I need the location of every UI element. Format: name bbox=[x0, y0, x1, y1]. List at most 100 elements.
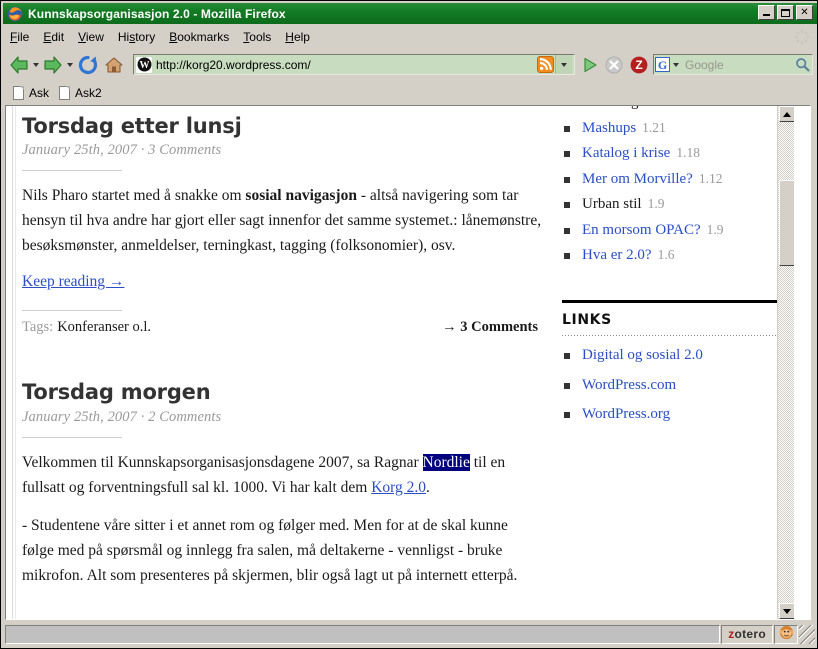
home-icon bbox=[105, 56, 123, 73]
divider bbox=[22, 436, 122, 438]
menu-view[interactable]: View bbox=[71, 27, 111, 47]
home-button[interactable] bbox=[101, 53, 127, 77]
main-content-column: Torsdag etter lunsj January 25th, 2007 ·… bbox=[22, 106, 542, 601]
list-item: Mashups 1.21 bbox=[562, 120, 788, 137]
status-message-panel bbox=[5, 624, 721, 644]
menu-tools[interactable]: Tools bbox=[236, 27, 278, 47]
list-item: En morsom OPAC? 1.9 bbox=[562, 222, 788, 239]
search-icon[interactable] bbox=[792, 57, 812, 72]
link-label[interactable]: WordPress.org bbox=[582, 406, 670, 422]
back-button[interactable] bbox=[7, 53, 31, 77]
tab-label: Ask bbox=[29, 85, 50, 100]
comments-link[interactable]: → 3 Comments bbox=[442, 319, 542, 336]
page-icon bbox=[13, 85, 24, 100]
link-label[interactable]: WordPress.com bbox=[582, 377, 676, 393]
minimize-button[interactable] bbox=[758, 5, 775, 20]
recent-posts-widget: Teknologien trår til 1.24 Mashups 1.21 Kat… bbox=[562, 106, 788, 278]
post-title[interactable]: Torsdag etter lunsj bbox=[22, 106, 542, 138]
post-link-label[interactable]: Mashups bbox=[582, 120, 636, 136]
forward-arrow-icon bbox=[44, 55, 62, 74]
menu-bookmarks[interactable]: Bookmarks bbox=[162, 27, 236, 47]
keep-reading-link[interactable]: Keep reading → bbox=[22, 273, 124, 291]
post-paragraph: Velkommen til Kunnskapsorganisasjonsdage… bbox=[22, 450, 542, 500]
tab-label: Ask2 bbox=[75, 85, 102, 100]
svg-text:W: W bbox=[139, 60, 149, 71]
menu-file[interactable]: File bbox=[3, 27, 36, 47]
zotero-monkey-icon bbox=[779, 625, 794, 643]
menu-history[interactable]: History bbox=[111, 27, 162, 47]
triangle-down-icon bbox=[783, 608, 791, 614]
forward-button[interactable] bbox=[41, 53, 65, 77]
list-item: Teknologien trår til 1.24 bbox=[562, 106, 788, 111]
list-item: Urban stil 1.9 bbox=[562, 196, 788, 213]
list-item: WordPress.com bbox=[562, 377, 788, 394]
list-item: WordPress.org bbox=[562, 406, 788, 423]
post-paragraph: Nils Pharo startet med å snakke om sosia… bbox=[22, 183, 542, 258]
tab-bar: Ask Ask2 bbox=[3, 80, 817, 105]
link-label[interactable]: Digital og sosial 2.0 bbox=[582, 347, 703, 363]
tab-ask[interactable]: Ask bbox=[11, 82, 57, 104]
scroll-up-button[interactable] bbox=[779, 106, 794, 122]
links-widget-title: LINKS bbox=[562, 312, 612, 328]
zotero-status-panel[interactable]: zotero bbox=[721, 624, 773, 644]
svg-text:Z: Z bbox=[635, 58, 642, 72]
window-controls: ✕ bbox=[758, 5, 813, 20]
post-meta: January 25th, 2007 · 3 Comments bbox=[22, 142, 222, 159]
post-title[interactable]: Torsdag morgen bbox=[22, 372, 542, 404]
tags-group: Tags: Konferanser o.l. bbox=[22, 319, 151, 336]
close-button[interactable]: ✕ bbox=[796, 5, 813, 20]
post-article: Torsdag etter lunsj January 25th, 2007 ·… bbox=[22, 106, 542, 336]
chevron-down-icon bbox=[672, 62, 679, 67]
back-history-dropdown[interactable] bbox=[31, 54, 41, 76]
post-date-number: 1.12 bbox=[698, 170, 723, 186]
post-link-label[interactable]: Katalog i krise bbox=[582, 145, 670, 161]
menu-bar: File Edit View History Bookmarks Tools H… bbox=[3, 25, 817, 49]
menu-help[interactable]: Help bbox=[278, 27, 317, 47]
recent-posts-list: Teknologien trår til 1.24 Mashups 1.21 Kat… bbox=[562, 106, 788, 264]
page-left-rule bbox=[12, 106, 13, 619]
dotted-divider bbox=[562, 335, 790, 336]
post-link-label[interactable]: Hva er 2.0? bbox=[582, 247, 652, 263]
zotero-monkey-panel[interactable] bbox=[774, 624, 798, 644]
triangle-up-icon bbox=[783, 111, 791, 117]
korg-link[interactable]: Korg 2.0 bbox=[371, 479, 426, 496]
go-button[interactable] bbox=[578, 53, 602, 77]
menu-edit[interactable]: Edit bbox=[36, 27, 71, 47]
url-dropdown-button[interactable] bbox=[555, 55, 572, 74]
maximize-button[interactable] bbox=[777, 5, 794, 20]
stop-button[interactable] bbox=[602, 53, 626, 77]
divider bbox=[22, 170, 122, 172]
resize-grip[interactable] bbox=[799, 624, 815, 644]
post-link-label[interactable]: Urban stil bbox=[582, 196, 642, 212]
list-item: Katalog i krise 1.18 bbox=[562, 145, 788, 162]
post-date-number: 1.18 bbox=[676, 145, 700, 160]
scrollbar-thumb[interactable] bbox=[779, 180, 794, 266]
scroll-down-button[interactable] bbox=[779, 603, 794, 619]
reload-button[interactable] bbox=[75, 53, 101, 77]
post-body: Nils Pharo startet med å snakke om sosia… bbox=[22, 183, 542, 258]
post-text-bold: sosial navigasjon bbox=[245, 187, 357, 205]
tab-ask2[interactable]: Ask2 bbox=[57, 82, 110, 104]
url-bar[interactable]: W http://korg20.wordpress.com/ bbox=[133, 54, 575, 75]
wordpress-favicon-icon: W bbox=[136, 56, 152, 73]
search-bar[interactable]: G Google bbox=[653, 54, 813, 75]
sidebar-column: Teknologien trår til 1.24 Mashups 1.21 Kat… bbox=[562, 106, 790, 436]
search-engine-dropdown[interactable] bbox=[670, 62, 681, 67]
post-date-number: 1.9 bbox=[647, 196, 665, 211]
forward-history-dropdown[interactable] bbox=[65, 54, 75, 76]
post-link-label[interactable]: Teknologien trår til bbox=[582, 106, 698, 110]
selected-text: Nordlie bbox=[422, 453, 470, 471]
post-text-a: Velkommen til Kunnskapsorganisasjonsdage… bbox=[22, 453, 423, 471]
post-link-label[interactable]: Mer om Morville? bbox=[582, 171, 693, 187]
tags-label: Tags: bbox=[22, 319, 54, 336]
search-input[interactable]: Google bbox=[681, 58, 792, 72]
page-icon bbox=[59, 85, 71, 100]
rss-feed-icon[interactable] bbox=[537, 56, 554, 73]
vertical-scrollbar[interactable] bbox=[777, 106, 794, 619]
zotero-toolbar-button[interactable]: Z bbox=[626, 53, 651, 77]
window-title: Kunnskapsorganisasjon 2.0 - Mozilla Fire… bbox=[28, 6, 286, 21]
tags-value[interactable]: Konferanser o.l. bbox=[57, 319, 151, 336]
go-arrow-icon bbox=[584, 57, 597, 72]
post-link-label[interactable]: En morsom OPAC? bbox=[582, 222, 701, 238]
web-page: Torsdag etter lunsj January 25th, 2007 ·… bbox=[6, 106, 794, 619]
